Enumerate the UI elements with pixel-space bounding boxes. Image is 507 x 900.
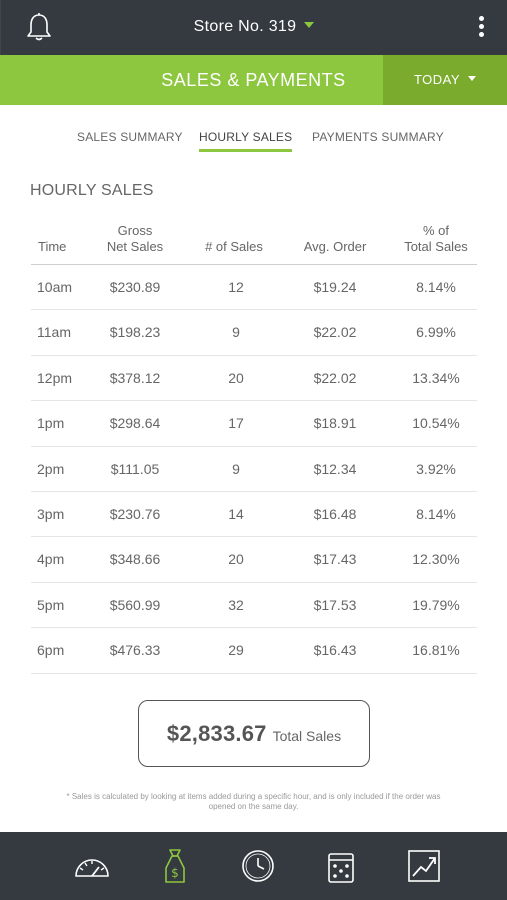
bottom-nav: $ <box>0 832 507 900</box>
cell-count: 9 <box>232 324 240 341</box>
cell-time: 4pm <box>37 551 65 568</box>
total-sales-amount: $2,833.67 <box>166 721 267 746</box>
header-pct-total: % of Total Sales <box>391 223 481 255</box>
tab-sales-summary[interactable]: SALES SUMMARY <box>77 130 183 152</box>
cell-count: 32 <box>228 596 244 613</box>
cell-sales: $560.99 <box>109 596 161 613</box>
cell-sales: $476.33 <box>109 642 161 659</box>
chevron-down-icon <box>304 21 315 28</box>
cell-count: 20 <box>228 369 244 386</box>
cell-avg: $17.43 <box>313 551 357 568</box>
footnote: * Sales is calculated by looking at item… <box>66 792 441 811</box>
store-selector[interactable]: Store No. 319 <box>1 18 507 36</box>
period-label: TODAY <box>413 72 461 87</box>
cell-time: 6pm <box>37 642 65 659</box>
cell-pct: 6.99% <box>416 324 456 341</box>
chevron-down-icon <box>468 76 477 82</box>
cell-pct: 13.34% <box>412 369 460 386</box>
cell-count: 12 <box>228 279 244 295</box>
clock-icon[interactable] <box>238 846 278 886</box>
svg-text:$: $ <box>171 866 179 880</box>
cell-avg: $16.43 <box>313 642 357 659</box>
top-bar: Store No. 319 <box>0 0 507 55</box>
header-gross-line1: Gross <box>117 223 153 238</box>
cell-count: 29 <box>228 642 244 659</box>
table-row: 5pm $560.99 32 $17.53 19.79% <box>31 583 477 629</box>
cell-sales: $378.12 <box>109 369 161 386</box>
cell-pct: 10.54% <box>412 415 460 432</box>
cell-pct: 19.79% <box>412 596 460 613</box>
cell-pct: 16.81% <box>412 642 460 659</box>
cell-time: 3pm <box>37 505 65 522</box>
cell-sales: $230.76 <box>109 505 161 522</box>
section-header: SALES & PAYMENTS TODAY <box>0 55 507 105</box>
cell-time: 2pm <box>37 460 65 477</box>
table-row: 11am $198.23 9 $22.02 6.99% <box>31 310 477 356</box>
cell-avg: $16.48 <box>313 505 357 522</box>
table-row: 10am $230.89 12 $19.24 8.14% <box>31 265 477 311</box>
table-row: 6pm $476.33 29 $16.43 16.81% <box>31 628 477 674</box>
cell-sales: $348.66 <box>109 551 161 568</box>
header-gross-line2: Net Sales <box>106 239 164 254</box>
cell-pct: 12.30% <box>412 551 460 568</box>
hourly-sales-table: Time Gross Net Sales # of Sales Avg. Ord… <box>31 222 477 674</box>
cash-register-icon[interactable] <box>321 846 361 886</box>
cell-sales: $230.89 <box>109 279 161 295</box>
section-title: HOURLY SALES <box>30 182 154 199</box>
tab-bar: SALES SUMMARY HOURLY SALES PAYMENTS SUMM… <box>0 130 507 154</box>
table-row: 1pm $298.64 17 $18.91 10.54% <box>31 401 477 447</box>
table-row: 3pm $230.76 14 $16.48 8.14% <box>31 492 477 538</box>
cell-time: 1pm <box>37 415 65 432</box>
cell-time: 12pm <box>37 369 73 386</box>
cell-avg: $22.02 <box>313 369 357 386</box>
cell-time: 5pm <box>37 596 65 613</box>
total-sales-card: $2,833.67 Total Sales <box>138 700 370 767</box>
cell-pct: 3.92% <box>416 460 456 477</box>
cell-sales: $111.05 <box>110 460 160 477</box>
header-pct-line2: Total Sales <box>404 239 468 254</box>
cell-avg: $12.34 <box>313 460 357 477</box>
cell-sales: $298.64 <box>109 415 161 432</box>
store-name: Store No. 319 <box>193 18 297 35</box>
cell-time: 10am <box>37 279 73 295</box>
tab-payments-summary[interactable]: PAYMENTS SUMMARY <box>312 130 444 152</box>
speedometer-icon[interactable] <box>72 846 112 886</box>
table-row: 4pm $348.66 20 $17.43 12.30% <box>31 537 477 583</box>
header-time: Time <box>38 239 67 254</box>
header-gross-net-sales: Gross Net Sales <box>95 223 175 255</box>
cell-avg: $22.02 <box>313 324 357 341</box>
cell-count: 14 <box>228 505 244 522</box>
cell-count: 17 <box>228 415 244 432</box>
cell-sales: $198.23 <box>109 324 161 341</box>
tab-hourly-sales[interactable]: HOURLY SALES <box>199 130 293 152</box>
trend-chart-icon[interactable] <box>404 846 444 886</box>
cell-pct: 8.14% <box>416 505 456 522</box>
cell-avg: $19.24 <box>313 279 357 295</box>
cell-count: 9 <box>232 460 240 477</box>
cell-avg: $17.53 <box>313 596 357 613</box>
table-header: Time Gross Net Sales # of Sales Avg. Ord… <box>31 222 477 265</box>
header-pct-line1: % of <box>422 223 449 238</box>
cell-count: 20 <box>228 551 244 568</box>
more-vertical-icon[interactable] <box>479 16 485 40</box>
table-row: 12pm $378.12 20 $22.02 13.34% <box>31 356 477 402</box>
header-avg-order: Avg. Order <box>303 239 367 254</box>
header-num-sales: # of Sales <box>205 239 263 254</box>
cell-time: 11am <box>37 324 71 341</box>
table-row: 2pm $111.05 9 $12.34 3.92% <box>31 447 477 492</box>
money-bag-icon[interactable]: $ <box>155 846 195 886</box>
total-sales-label: Total Sales <box>272 728 342 744</box>
period-dropdown[interactable]: TODAY <box>383 55 507 105</box>
cell-pct: 8.14% <box>416 279 456 295</box>
cell-avg: $18.91 <box>313 415 357 432</box>
